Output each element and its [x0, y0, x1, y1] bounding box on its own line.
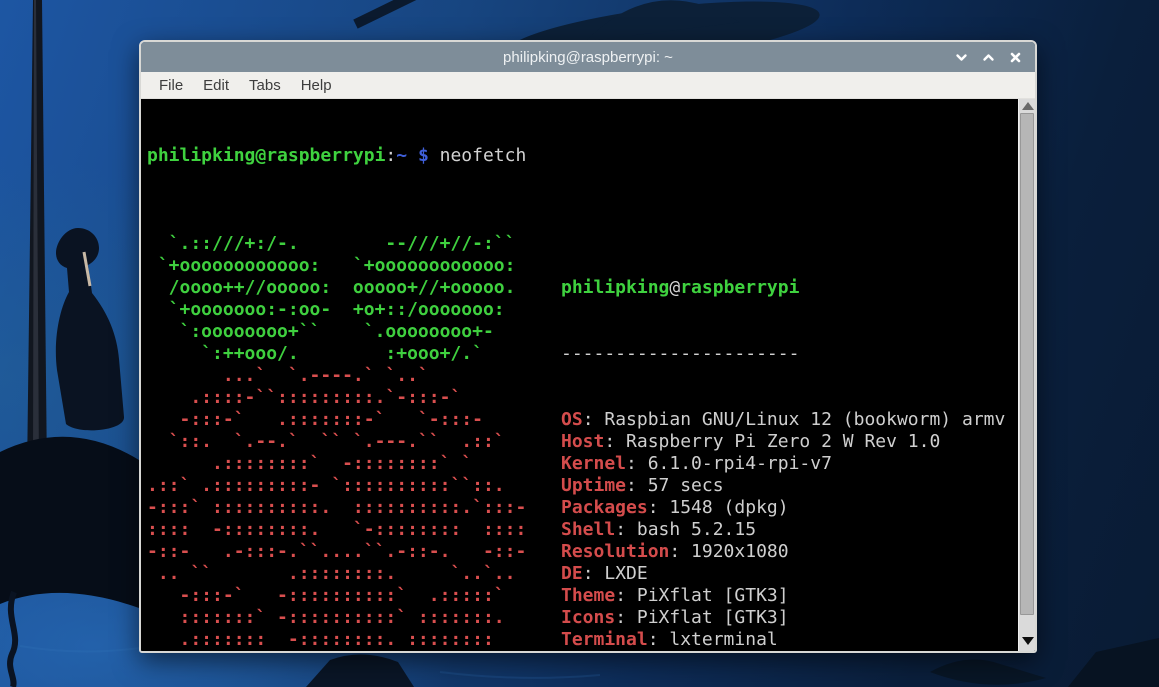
info-label: OS: [561, 409, 583, 430]
maximize-button[interactable]: [978, 47, 998, 67]
menu-item-tabs[interactable]: Tabs: [239, 74, 291, 97]
prompt-command: neofetch: [429, 145, 527, 166]
info-value: : 1548 (dpkg): [648, 497, 789, 518]
info-value: : PiXflat [GTK3]: [615, 585, 788, 606]
info-row: Packages: 1548 (dpkg): [561, 497, 1005, 519]
info-row: OS: Raspbian GNU/Linux 12 (bookworm) arm…: [561, 409, 1005, 431]
corner-silhouette: [1068, 638, 1159, 687]
info-value: : 6.1.0-rpi4-rpi-v7: [626, 453, 832, 474]
info-value: : 1920x1080: [669, 541, 788, 562]
info-label: Uptime: [561, 475, 626, 496]
info-user: philipking: [561, 277, 669, 298]
leaf-silhouette: [306, 654, 414, 687]
close-button[interactable]: [1005, 47, 1025, 67]
prompt-user-host: philipking@raspberrypi: [147, 145, 385, 166]
info-label: Host: [561, 431, 604, 452]
info-value: : PiXflat [GTK3]: [615, 607, 788, 628]
chevron-down-icon: [955, 51, 968, 64]
info-row: Icons: PiXflat [GTK3]: [561, 607, 1005, 629]
info-value: : bash 5.2.15: [615, 519, 756, 540]
info-row: Terminal: lxterminal: [561, 629, 1005, 651]
info-row: Resolution: 1920x1080: [561, 541, 1005, 563]
info-row: Uptime: 57 secs: [561, 475, 1005, 497]
branch-silhouette: [10, 592, 15, 687]
info-separator: ----------------------: [561, 343, 1005, 365]
info-label: Icons: [561, 607, 615, 628]
neofetch-output: `.::///+:/-. --///+//-:`` `+oooooooooooo…: [147, 233, 1018, 651]
info-row: DE: LXDE: [561, 563, 1005, 585]
scroll-up-icon[interactable]: [1022, 102, 1034, 110]
ascii-art-red: ...` `.----.` `..` .::::-``:::::::::.`-:…: [147, 365, 526, 651]
info-rows: OS: Raspbian GNU/Linux 12 (bookworm) arm…: [561, 409, 1005, 651]
menu-item-file[interactable]: File: [149, 74, 193, 97]
scrollbar[interactable]: [1018, 99, 1035, 651]
menu-item-help[interactable]: Help: [291, 74, 342, 97]
ascii-logo: `.::///+:/-. --///+//-:`` `+oooooooooooo…: [147, 233, 561, 651]
info-host: raspberrypi: [680, 277, 799, 298]
ascii-art-green: `.::///+:/-. --///+//-:`` `+oooooooooooo…: [147, 233, 515, 364]
info-label: DE: [561, 563, 583, 584]
menu-item-edit[interactable]: Edit: [193, 74, 239, 97]
info-row: Host: Raspberry Pi Zero 2 W Rev 1.0: [561, 431, 1005, 453]
info-row: Theme: PiXflat [GTK3]: [561, 585, 1005, 607]
terminal-content: philipking@raspberrypi:~ $ neofetch `.::…: [147, 101, 1018, 651]
scroll-down-icon[interactable]: [1022, 637, 1034, 645]
info-row: Shell: bash 5.2.15: [561, 519, 1005, 541]
leaf-silhouette-right: [930, 660, 1046, 685]
prompt-colon: :: [385, 145, 396, 166]
info-label: Terminal: [561, 629, 648, 650]
boat-silhouette: [0, 437, 139, 608]
window-controls: [951, 42, 1025, 72]
info-value: : Raspberry Pi Zero 2 W Rev 1.0: [604, 431, 940, 452]
prompt-path: ~ $: [396, 145, 429, 166]
terminal-window: philipking@raspberrypi: ~ File Edit Tabs…: [139, 40, 1037, 653]
info-label: Shell: [561, 519, 615, 540]
bird-silhouette: [56, 228, 124, 430]
prompt-line: philipking@raspberrypi:~ $ neofetch: [147, 145, 1018, 167]
chevron-up-icon: [982, 51, 995, 64]
info-value: : Raspbian GNU/Linux 12 (bookworm) armv: [583, 409, 1006, 430]
info-label: Resolution: [561, 541, 669, 562]
at-symbol: @: [669, 277, 680, 298]
window-titlebar[interactable]: philipking@raspberrypi: ~: [141, 42, 1035, 72]
info-label: Kernel: [561, 453, 626, 474]
info-label: Theme: [561, 585, 615, 606]
minimize-button[interactable]: [951, 47, 971, 67]
menu-bar: File Edit Tabs Help: [141, 72, 1035, 99]
scrollbar-thumb[interactable]: [1020, 113, 1034, 615]
close-icon: [1009, 51, 1022, 64]
system-info: philipking@raspberrypi -----------------…: [561, 233, 1005, 651]
info-value: : 57 secs: [626, 475, 724, 496]
info-label: Packages: [561, 497, 648, 518]
window-title: philipking@raspberrypi: ~: [503, 49, 673, 66]
terminal-screen[interactable]: philipking@raspberrypi:~ $ neofetch `.::…: [141, 99, 1035, 651]
info-row: Kernel: 6.1.0-rpi4-rpi-v7: [561, 453, 1005, 475]
info-value: : LXDE: [583, 563, 648, 584]
info-value: : lxterminal: [648, 629, 778, 650]
info-header: philipking@raspberrypi: [561, 277, 1005, 299]
